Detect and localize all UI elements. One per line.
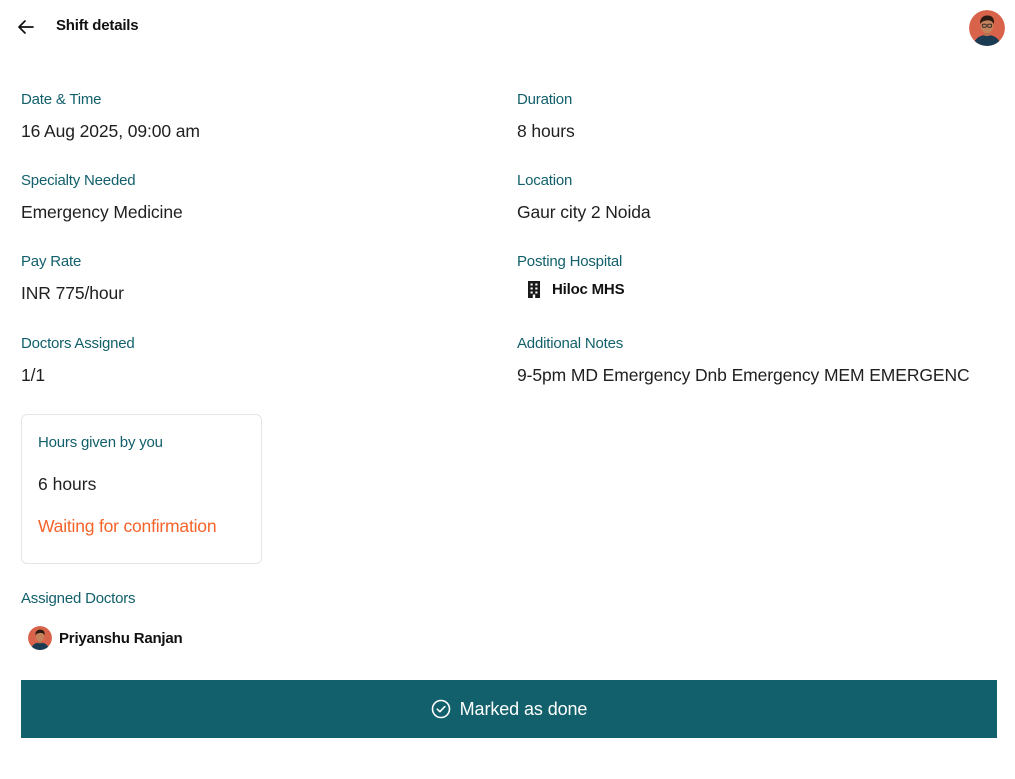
specialty-value: Emergency Medicine — [21, 202, 183, 222]
posting-hospital-label: Posting Hospital — [517, 253, 623, 270]
page-title: Shift details — [56, 17, 139, 34]
hours-card-value: 6 hours — [38, 474, 97, 494]
pay-rate-value: INR 775/hour — [21, 283, 124, 303]
posting-hospital-field: Posting Hospital Hiloc MHS — [517, 253, 625, 298]
doctor-avatar — [28, 626, 52, 650]
hospital-name: Hiloc MHS — [552, 280, 625, 298]
hours-card-status: Waiting for confirmation — [38, 516, 217, 536]
hours-card-label: Hours given by you — [38, 434, 163, 451]
doctors-assigned-label: Doctors Assigned — [21, 335, 135, 352]
back-button[interactable] — [14, 15, 38, 39]
check-circle-icon — [431, 699, 450, 719]
date-time-field: Date & Time 16 Aug 2025, 09:00 am — [21, 91, 200, 142]
pay-rate-label: Pay Rate — [21, 253, 82, 270]
doctors-assigned-value: 1/1 — [21, 365, 46, 385]
specialty-field: Specialty Needed Emergency Medicine — [21, 172, 183, 223]
building-icon — [528, 281, 540, 298]
location-label: Location — [517, 172, 573, 189]
duration-label: Duration — [517, 91, 573, 108]
marked-as-done-label: Marked as done — [459, 698, 588, 719]
notes-value: 9-5pm MD Emergency Dnb Emergency MEM EME… — [517, 365, 970, 385]
date-time-value: 16 Aug 2025, 09:00 am — [21, 121, 200, 141]
app-header: Shift details — [0, 0, 1015, 54]
notes-field: Additional Notes 9-5pm MD Emergency Dnb … — [517, 335, 970, 386]
arrow-left-icon — [18, 20, 34, 34]
hospital-link[interactable]: Hiloc MHS — [526, 280, 625, 298]
location-field: Location Gaur city 2 Noida — [517, 172, 651, 223]
location-value: Gaur city 2 Noida — [517, 202, 651, 222]
marked-as-done-button[interactable]: Marked as done — [21, 680, 997, 738]
duration-field: Duration 8 hours — [517, 91, 575, 142]
assigned-doctors-title: Assigned Doctors — [21, 590, 136, 607]
notes-label: Additional Notes — [517, 335, 624, 352]
doctors-assigned-field: Doctors Assigned 1/1 — [21, 335, 135, 386]
date-time-label: Date & Time — [21, 91, 102, 108]
doctor-list-item[interactable]: Priyanshu Ranjan — [28, 626, 183, 650]
duration-value: 8 hours — [517, 121, 575, 141]
doctor-name: Priyanshu Ranjan — [59, 629, 183, 647]
specialty-label: Specialty Needed — [21, 172, 136, 189]
hours-card: Hours given by you 6 hours Waiting for c… — [21, 414, 262, 564]
user-avatar[interactable] — [969, 10, 1005, 46]
pay-rate-field: Pay Rate INR 775/hour — [21, 253, 124, 304]
